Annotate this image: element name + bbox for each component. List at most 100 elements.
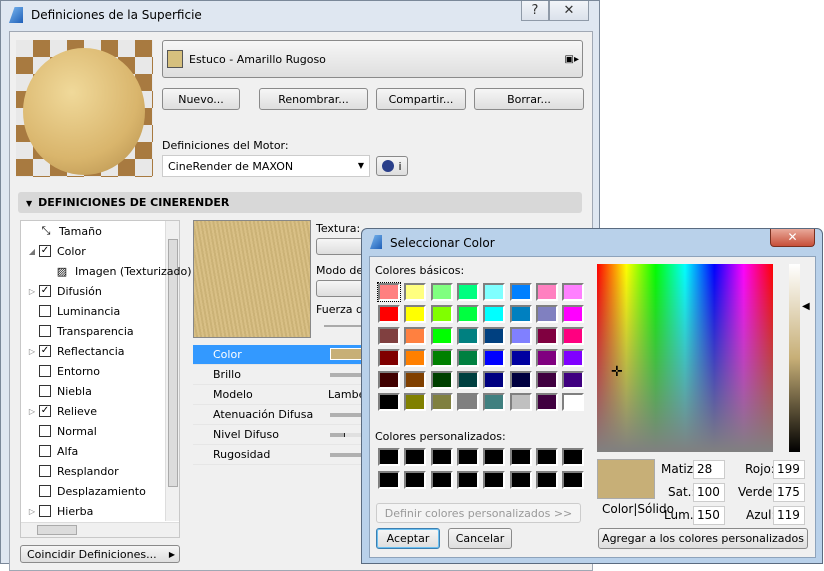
basic-color-swatch[interactable] [430,371,453,389]
tree-item[interactable]: Normal [25,421,97,441]
basic-color-swatch[interactable] [562,305,585,323]
checkbox[interactable]: ✓ [39,245,51,257]
basic-color-swatch[interactable] [562,349,585,367]
custom-color-swatch[interactable] [378,448,400,466]
basic-color-swatch[interactable] [430,349,453,367]
basic-color-swatch[interactable] [430,305,453,323]
custom-color-swatch[interactable] [456,471,479,489]
checkbox[interactable] [39,505,51,517]
custom-color-swatch[interactable] [430,448,453,466]
basic-color-swatch[interactable] [562,327,585,345]
basic-color-swatch[interactable] [378,371,400,389]
engine-select[interactable]: CineRender de MAXON ▼ [162,155,370,177]
add-custom-colors-button[interactable]: Agregar a los colores personalizados [598,528,808,549]
collapse-icon[interactable]: ◢ [25,247,39,256]
tree-item[interactable]: ▨ Imagen (Texturizado) [55,261,192,281]
green-input[interactable]: 175 [773,483,805,502]
custom-color-swatch[interactable] [483,471,506,489]
cancel-button[interactable]: Cancelar [448,528,512,549]
tree-item[interactable]: Desplazamiento [25,481,146,501]
checkbox[interactable]: ✓ [39,345,51,357]
basic-color-swatch[interactable] [430,327,453,345]
basic-color-swatch[interactable] [456,283,479,301]
hue-input[interactable]: 28 [693,460,725,479]
checkbox[interactable] [39,385,51,397]
expand-icon[interactable]: ▷ [25,287,39,296]
property-row[interactable]: Atenuación Difusa [193,405,370,425]
color-spectrum[interactable]: ✛ [597,264,773,452]
basic-color-swatch[interactable] [404,393,427,411]
basic-color-swatch[interactable] [404,349,427,367]
property-row[interactable]: Rugosidad [193,445,370,465]
tree-item[interactable]: ▷ Hierba [25,501,93,521]
expand-icon[interactable]: ▷ [25,347,39,356]
lum-input[interactable]: 150 [693,506,725,525]
section-header[interactable]: ▼ DEFINICIONES DE CINERENDER [18,192,582,213]
basic-color-swatch[interactable] [404,305,427,323]
mode-button[interactable] [316,280,366,297]
checkbox[interactable] [39,485,51,497]
basic-color-swatch[interactable] [378,305,400,323]
new-button[interactable]: Nuevo... [162,88,240,110]
expand-icon[interactable]: ▷ [25,507,39,516]
custom-color-swatch[interactable] [378,471,400,489]
custom-color-swatch[interactable] [404,471,427,489]
basic-color-swatch[interactable] [456,305,479,323]
property-row[interactable]: Nivel Difuso [193,425,370,445]
basic-color-swatch[interactable] [509,393,532,411]
help-button[interactable]: ? [521,1,549,21]
rename-button[interactable]: Renombrar... [259,88,368,110]
custom-color-swatch[interactable] [456,448,479,466]
basic-color-swatch[interactable] [562,393,585,411]
basic-color-swatch[interactable] [378,327,400,345]
basic-color-swatch[interactable] [456,349,479,367]
basic-color-swatch[interactable] [456,371,479,389]
basic-color-swatch[interactable] [535,305,558,323]
property-row[interactable]: Modelo Lambe [193,385,365,405]
basic-color-swatch[interactable] [535,393,558,411]
engine-info-button[interactable]: i [376,156,408,176]
tree-item[interactable]: ◢ ✓ Color [25,241,86,261]
basic-color-swatch[interactable] [483,283,506,301]
share-button[interactable]: Compartir... [376,88,466,110]
checkbox[interactable]: ✓ [39,405,51,417]
basic-color-swatch[interactable] [456,393,479,411]
basic-color-swatch[interactable] [562,283,585,301]
custom-color-swatch[interactable] [509,471,532,489]
property-row[interactable]: Color [193,345,370,365]
basic-color-swatch[interactable] [483,371,506,389]
texture-button[interactable] [316,238,366,255]
custom-color-swatch[interactable] [562,471,585,489]
basic-color-swatch[interactable] [535,349,558,367]
basic-color-swatch[interactable] [404,371,427,389]
horizontal-scrollbar[interactable] [21,522,179,537]
dialog-close-button[interactable]: ✕ [770,229,815,247]
tree-item[interactable]: Luminancia [25,301,120,321]
crosshair-cursor[interactable]: ✛ [611,365,623,379]
custom-color-swatch[interactable] [404,448,427,466]
match-settings-button[interactable]: Coincidir Definiciones... ▶ [20,545,180,563]
material-selector[interactable]: Estuco - Amarillo Rugoso ▣▸ [162,40,583,78]
custom-color-swatch[interactable] [535,448,558,466]
blue-input[interactable]: 119 [773,506,805,525]
tree-item[interactable]: ▷ ✓ Relieve [25,401,97,421]
basic-color-swatch[interactable] [378,393,400,411]
basic-color-swatch[interactable] [456,327,479,345]
basic-color-swatch[interactable] [535,283,558,301]
checkbox[interactable] [39,365,51,377]
custom-color-swatch[interactable] [509,448,532,466]
tree-item[interactable]: ⤡ Tamaño [25,221,102,241]
luminance-arrow[interactable]: ◀ [802,301,810,312]
basic-color-swatch[interactable] [509,327,532,345]
red-input[interactable]: 199 [773,460,805,479]
tree-item[interactable]: Alfa [25,441,78,461]
sat-input[interactable]: 100 [693,483,725,502]
ok-button[interactable]: Aceptar [376,528,440,549]
checkbox[interactable] [39,325,51,337]
strength-slider[interactable] [324,325,364,327]
basic-color-swatch[interactable] [509,305,532,323]
basic-color-swatch[interactable] [509,283,532,301]
basic-color-swatch[interactable] [535,371,558,389]
luminance-bar[interactable] [789,264,800,452]
checkbox[interactable] [39,305,51,317]
